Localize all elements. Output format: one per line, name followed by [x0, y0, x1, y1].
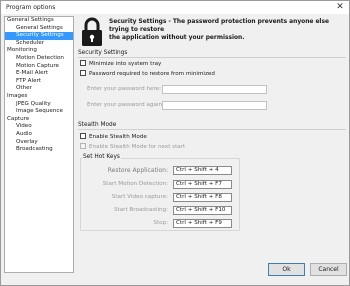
hotkey-label-video: Start Video capture: — [111, 194, 168, 200]
checkbox-box[interactable] — [80, 70, 86, 76]
checkbox-box[interactable] — [80, 60, 86, 66]
tree-item-motion-detection[interactable]: Motion Detection — [5, 55, 73, 63]
hotkey-label-stop: Stop: — [153, 220, 168, 226]
header-line-2: the application without your permission. — [109, 35, 245, 41]
password-required-checkbox[interactable]: Password required to restore from minimi… — [80, 70, 215, 78]
enable-stealth-checkbox[interactable]: Enable Stealth Mode — [80, 133, 147, 141]
tree-item-other[interactable]: Other — [5, 85, 73, 93]
tree-item-scheduler[interactable]: Scheduler — [5, 40, 73, 48]
window-title: Program options — [6, 4, 56, 11]
hotkey-label-restore: Restore Application: — [107, 167, 168, 174]
password-again-label: Enter your password again: — [87, 102, 164, 108]
hotkey-input-motion[interactable]: Ctrl + Shift + F7 — [173, 180, 232, 189]
program-options-window: Program options ✕ General Settings Gener… — [0, 0, 350, 286]
tree-item-general-settings[interactable]: General Settings — [5, 17, 73, 25]
checkbox-box[interactable] — [80, 143, 86, 149]
tree-item-security-settings[interactable]: Security Settings — [5, 32, 73, 40]
minimize-tray-checkbox[interactable]: Minimize into system tray — [80, 60, 161, 68]
hotkey-label-motion: Start Motion Detection: — [102, 181, 168, 187]
password-required-label: Password required to restore from minimi… — [89, 71, 215, 77]
minimize-tray-label: Minimize into system tray — [89, 61, 162, 67]
tree-item-overlay[interactable]: Overlay — [5, 139, 73, 147]
tree-item-ftp-alert[interactable]: FTP Alert — [5, 78, 73, 86]
hotkey-input-restore[interactable]: Ctrl + Shift + 4 — [173, 166, 232, 175]
header-description: Security Settings - The password protect… — [109, 18, 347, 42]
hotkey-input-video[interactable]: Ctrl + Shift + F8 — [173, 193, 232, 202]
tree-item-monitoring[interactable]: Monitoring — [5, 47, 73, 55]
tree-item-motion-capture[interactable]: Motion Capture — [5, 63, 73, 71]
hotkey-input-stop[interactable]: Ctrl + Shift + F9 — [173, 219, 232, 228]
header-line-1: Security Settings - The password protect… — [109, 19, 329, 33]
close-icon[interactable]: ✕ — [334, 2, 346, 13]
options-tree[interactable]: General Settings General Settings Securi… — [4, 16, 74, 273]
tree-item-video[interactable]: Video — [5, 123, 73, 131]
tree-item-images[interactable]: Images — [5, 93, 73, 101]
hotkeys-title: Set Hot Keys — [82, 154, 121, 160]
tree-item-image-sequence[interactable]: Image Sequence — [5, 108, 73, 116]
checkbox-box[interactable] — [80, 133, 86, 139]
password-again-field[interactable] — [162, 101, 267, 110]
security-divider — [78, 57, 346, 58]
padlock-icon — [82, 17, 102, 46]
hotkey-input-broadcasting[interactable]: Ctrl + Shift + F10 — [173, 206, 232, 215]
password-field[interactable] — [162, 85, 267, 94]
tree-item-capture[interactable]: Capture — [5, 116, 73, 124]
hotkey-label-broadcasting: Start Broadcasting: — [113, 207, 168, 213]
ok-button[interactable]: Ok — [268, 263, 305, 276]
tree-item-general-settings-sub[interactable]: General Settings — [5, 25, 73, 33]
security-settings-title: Security Settings — [78, 50, 128, 56]
cancel-button[interactable]: Cancel — [310, 263, 347, 276]
password-label: Enter your password here: — [87, 86, 161, 92]
tree-item-email-alert[interactable]: E-Mail Alert — [5, 70, 73, 78]
enable-stealth-next-label: Enable Stealth Mode for next start — [89, 144, 186, 150]
stealth-divider — [78, 129, 346, 130]
enable-stealth-next-checkbox[interactable]: Enable Stealth Mode for next start — [80, 143, 185, 151]
title-bar: Program options ✕ — [1, 1, 349, 14]
tree-item-broadcasting[interactable]: Broadcasting — [5, 146, 73, 154]
tree-item-audio[interactable]: Audio — [5, 131, 73, 139]
enable-stealth-label: Enable Stealth Mode — [89, 134, 147, 140]
stealth-mode-title: Stealth Mode — [78, 122, 117, 128]
tree-item-jpeg-quality[interactable]: JPEG Quality — [5, 101, 73, 109]
